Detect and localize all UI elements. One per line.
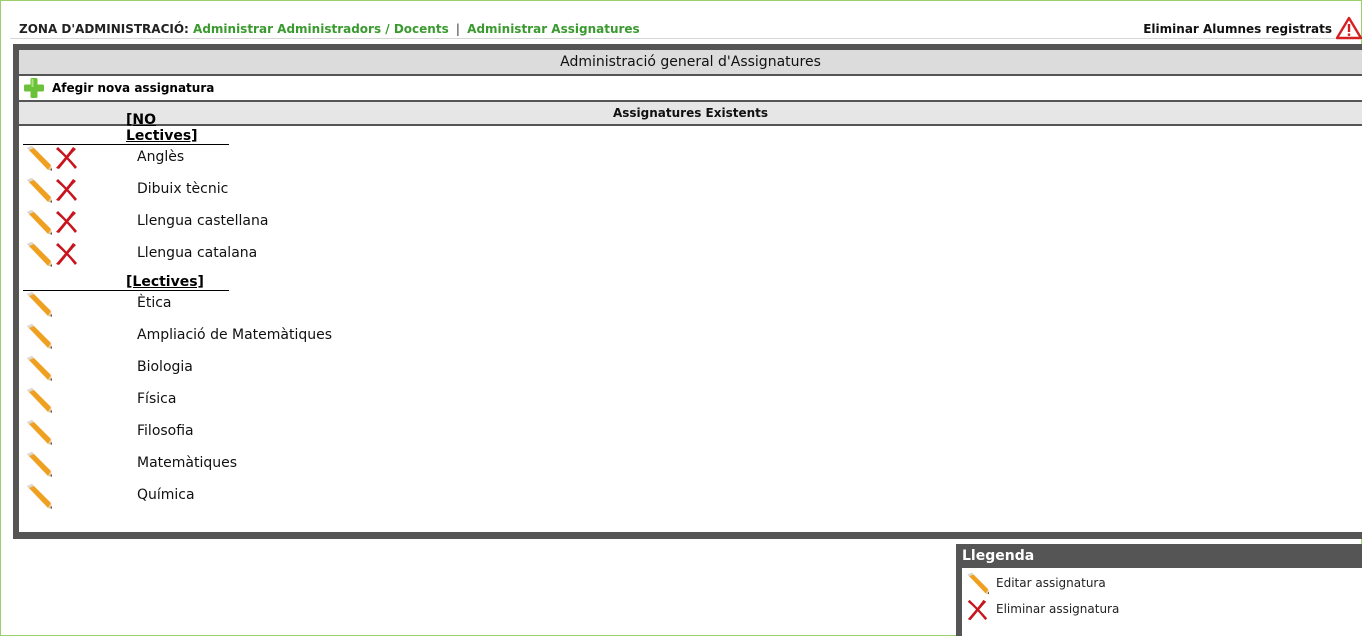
assignatura-name: Ampliació de Matemàtiques: [137, 327, 333, 343]
eliminar-alumnes-link[interactable]: Eliminar Alumnes registrats: [1143, 22, 1332, 36]
add-assignatura-bar[interactable]: Afegir nova assignatura: [19, 76, 1362, 100]
delete-cross-icon[interactable]: [53, 241, 79, 267]
add-assignatura-button[interactable]: Afegir nova assignatura: [52, 76, 214, 100]
admin-nav: ZONA D'ADMINISTRACIÓ: Administrar Admini…: [19, 22, 640, 36]
legend-item-edit: Editar assignatura: [962, 570, 1362, 596]
legend-body: Editar assignatura Eliminar assignatura: [962, 568, 1362, 636]
pencil-icon[interactable]: [23, 146, 53, 172]
assignatura-name: Llengua catalana: [137, 245, 258, 261]
nav-separator: |: [455, 22, 460, 36]
assignatura-row: Llengua castellana: [19, 206, 619, 238]
assignatura-name: Filosofia: [137, 423, 194, 439]
admin-topbar: ZONA D'ADMINISTRACIÓ: Administrar Admini…: [10, 8, 1362, 40]
assignatura-row: Física: [19, 384, 619, 416]
assignatura-name: Química: [137, 487, 195, 503]
assignatura-name: Llengua castellana: [137, 213, 269, 229]
delete-cross-icon[interactable]: [53, 145, 79, 171]
delete-cross-icon[interactable]: [53, 209, 79, 235]
link-administrar-assignatures[interactable]: Administrar Assignatures: [467, 22, 640, 36]
assignatura-row: Biologia: [19, 352, 619, 384]
legend-edit-label: Editar assignatura: [996, 576, 1106, 590]
assignatura-row: Matemàtiques: [19, 448, 619, 480]
zona-label: ZONA D'ADMINISTRACIÓ:: [19, 22, 189, 36]
link-administrar-administradors[interactable]: Administrar Administradors / Docents: [193, 22, 449, 36]
assignatura-row: Llengua catalana: [19, 238, 619, 270]
assignatura-name: Matemàtiques: [137, 455, 238, 471]
delete-cross-icon[interactable]: [53, 177, 79, 203]
panel-title: Administració general d'Assignatures: [19, 50, 1362, 74]
assignatura-row: Dibuix tècnic: [19, 174, 619, 206]
group-label: [NO Lectives]: [126, 112, 198, 144]
legend-delete-label: Eliminar assignatura: [996, 602, 1120, 616]
assignatura-name: Dibuix tècnic: [137, 181, 229, 197]
pencil-icon[interactable]: [23, 292, 53, 318]
assignatura-row: Filosofia: [19, 416, 619, 448]
pencil-icon: [967, 572, 990, 595]
assignatures-list: [NO Lectives] Anglès Dibuix tècnic Llengua …: [19, 112, 1362, 532]
add-plus-icon[interactable]: [23, 77, 45, 99]
pencil-icon[interactable]: [23, 452, 53, 478]
legend-title: Llegenda: [962, 548, 1035, 564]
legend-item-delete: Eliminar assignatura: [962, 596, 1362, 622]
assignatura-name: Anglès: [137, 149, 185, 165]
assignatura-name: Biologia: [137, 359, 193, 375]
assignatura-row: Ampliació de Matemàtiques: [19, 320, 619, 352]
pencil-icon[interactable]: [23, 356, 53, 382]
pencil-icon[interactable]: [23, 324, 53, 350]
assignatura-row: Química: [19, 480, 619, 512]
assignatures-panel: Administració general d'Assignatures Afe…: [13, 44, 1362, 539]
assignatura-row: Ètica: [19, 288, 619, 320]
pencil-icon[interactable]: [23, 420, 53, 446]
pencil-icon[interactable]: [23, 178, 53, 204]
pencil-icon[interactable]: [23, 242, 53, 268]
pencil-icon[interactable]: [23, 484, 53, 510]
assignatura-row: Anglès: [19, 142, 619, 174]
delete-cross-icon: [967, 599, 988, 621]
assignatura-name: Física: [137, 391, 177, 407]
legend-box: Llegenda Editar assignatura Eliminar ass…: [956, 544, 1362, 636]
pencil-icon[interactable]: [23, 210, 53, 236]
warning-triangle-icon[interactable]: [1336, 16, 1362, 40]
pencil-icon[interactable]: [23, 388, 53, 414]
assignatura-name: Ètica: [137, 295, 172, 311]
